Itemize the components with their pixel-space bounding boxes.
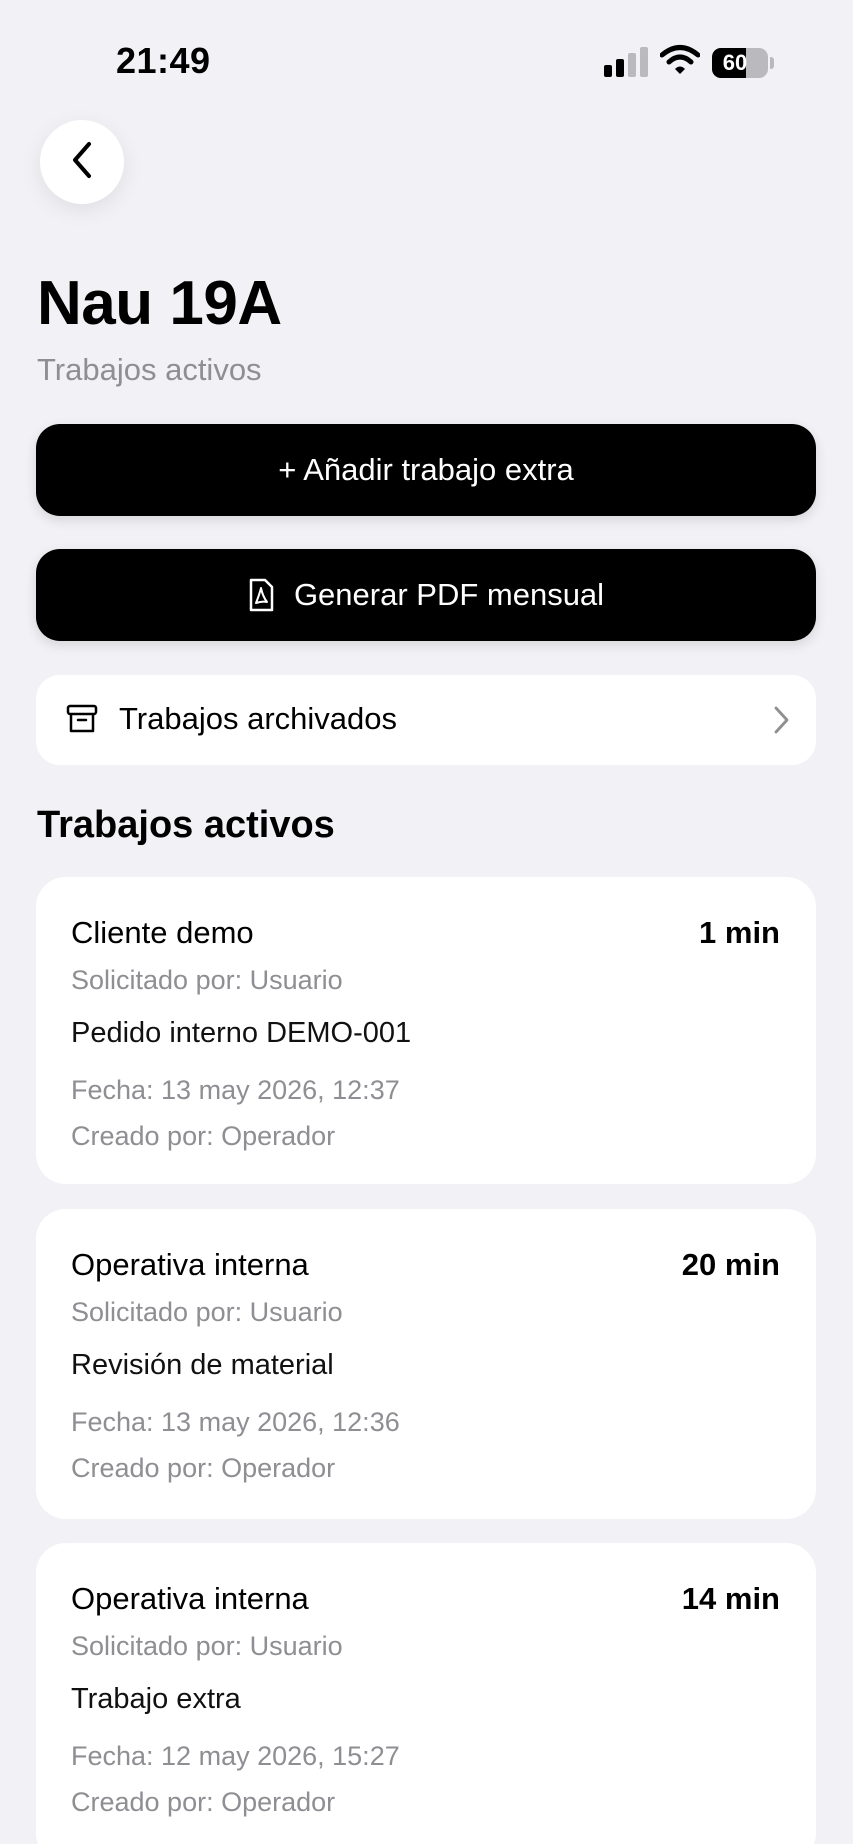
wifi-icon — [659, 44, 701, 76]
job-duration: 20 min — [681, 1247, 780, 1282]
job-client: Operativa interna — [71, 1581, 309, 1616]
battery-icon: 60 — [712, 48, 768, 78]
status-time: 21:49 — [116, 40, 211, 81]
job-description: Trabajo extra — [71, 1683, 241, 1715]
job-requested-by: Solicitado por: Usuario — [71, 1631, 343, 1661]
job-card[interactable]: Operativa interna 14 min Solicitado por:… — [36, 1543, 816, 1844]
job-created-by: Creado por: Operador — [71, 1787, 336, 1817]
job-client: Cliente demo — [71, 915, 254, 950]
archived-jobs-label: Trabajos archivados — [119, 701, 397, 736]
chevron-left-icon — [67, 140, 97, 185]
cellular-signal-icon — [604, 47, 648, 77]
back-button[interactable] — [40, 120, 124, 204]
job-date: Fecha: 12 may 2026, 15:27 — [71, 1741, 400, 1771]
screen: 21:49 60 Nau 19A Trabajos activos + Añad… — [0, 0, 853, 1844]
generate-pdf-label: Generar PDF mensual — [293, 577, 605, 612]
job-duration: 14 min — [681, 1581, 780, 1616]
archived-jobs-row[interactable]: Trabajos archivados — [36, 675, 816, 765]
job-description: Pedido interno DEMO-001 — [71, 1017, 412, 1049]
section-title: Trabajos activos — [37, 804, 335, 846]
battery-tip — [770, 57, 774, 69]
job-created-by: Creado por: Operador — [71, 1453, 336, 1483]
pdf-file-icon — [248, 578, 274, 612]
job-client: Operativa interna — [71, 1247, 309, 1282]
add-extra-job-button[interactable]: + Añadir trabajo extra — [36, 424, 816, 516]
job-requested-by: Solicitado por: Usuario — [71, 1297, 343, 1327]
add-extra-job-label: + Añadir trabajo extra — [278, 452, 574, 487]
job-requested-by: Solicitado por: Usuario — [71, 965, 343, 995]
job-created-by: Creado por: Operador — [71, 1121, 336, 1151]
job-card[interactable]: Cliente demo 1 min Solicitado por: Usuar… — [36, 877, 816, 1184]
job-date: Fecha: 13 may 2026, 12:36 — [71, 1407, 400, 1437]
page-subtitle: Trabajos activos — [37, 352, 262, 387]
archive-box-icon — [66, 704, 98, 739]
job-date: Fecha: 13 may 2026, 12:37 — [71, 1075, 400, 1105]
status-bar: 21:49 60 — [0, 0, 853, 120]
chevron-right-icon — [772, 705, 790, 740]
job-card[interactable]: Operativa interna 20 min Solicitado por:… — [36, 1209, 816, 1519]
job-duration: 1 min — [699, 915, 780, 950]
job-description: Revisión de material — [71, 1349, 334, 1381]
page-title: Nau 19A — [37, 269, 282, 338]
generate-pdf-button[interactable]: Generar PDF mensual — [36, 549, 816, 641]
battery-percent: 60 — [722, 50, 748, 75]
